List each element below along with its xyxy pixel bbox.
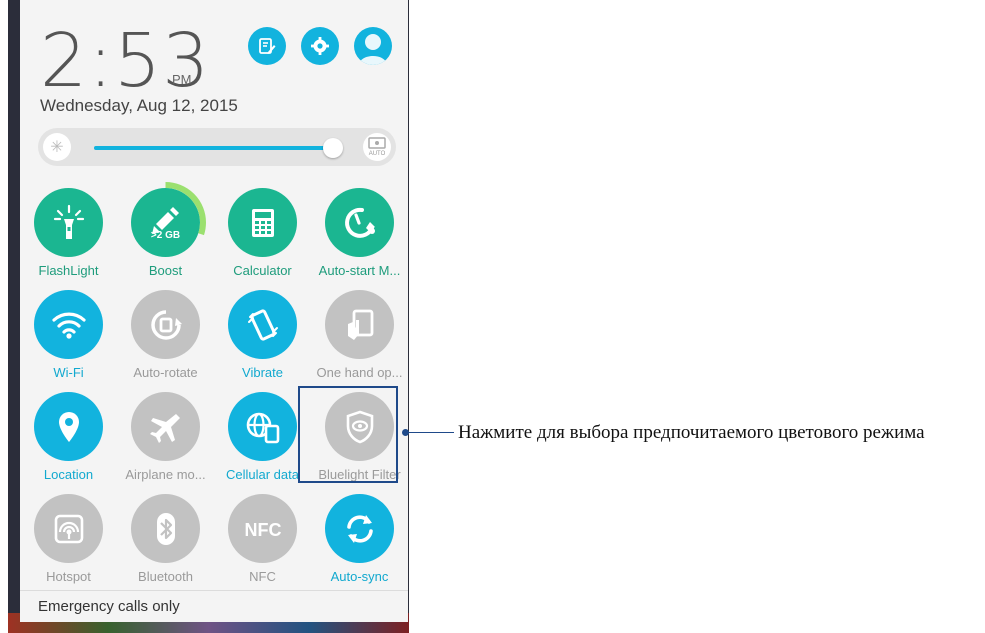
boost-memory-label: >2 GB (150, 230, 181, 241)
tile-flashlight[interactable]: FlashLight (20, 180, 117, 282)
one-hand-op-toggle[interactable] (325, 290, 394, 359)
tile-location[interactable]: Location (20, 384, 117, 486)
airplane-mo-toggle[interactable] (131, 392, 200, 461)
auto-rotate-label: Auto-rotate (133, 365, 198, 380)
boost-label: Boost (148, 263, 183, 278)
callout-line (409, 432, 454, 433)
location-toggle[interactable] (34, 392, 103, 461)
auto-label: AUTO (369, 151, 386, 157)
svg-text:NFC: NFC (244, 520, 281, 540)
brightness-thumb[interactable] (322, 138, 343, 158)
cellular-data-toggle[interactable] (228, 392, 297, 461)
flashlight-toggle[interactable] (34, 188, 103, 257)
tile-boost[interactable]: >2 GB Boost (117, 180, 214, 282)
auto-brightness-button[interactable]: AUTO (363, 133, 391, 161)
wi-fi-toggle[interactable] (34, 290, 103, 359)
brightness-track[interactable] (94, 138, 343, 158)
tile-vibrate[interactable]: Vibrate (214, 282, 311, 384)
tile-one-hand-op[interactable]: One hand op... (311, 282, 408, 384)
bluetooth-label: Bluetooth (138, 569, 193, 584)
boost-toggle[interactable]: >2 GB (125, 182, 206, 263)
tile-airplane-mo[interactable]: Airplane mo... (117, 384, 214, 486)
brightness-slider[interactable]: ✳ AUTO (38, 128, 396, 166)
bluetooth-icon (155, 512, 177, 546)
nfc-label: NFC (249, 569, 276, 584)
auto-start-m-toggle[interactable] (325, 188, 394, 257)
auto-start-m-label: Auto-start M... (318, 263, 401, 278)
tile-auto-sync[interactable]: Auto-sync (311, 486, 408, 588)
tile-bluetooth[interactable]: Bluetooth (117, 486, 214, 588)
calculator-icon (250, 208, 276, 238)
emergency-calls-text: Emergency calls only (38, 598, 180, 615)
one-hand-op-label: One hand op... (316, 365, 403, 380)
footer-divider (20, 590, 408, 591)
location-icon (56, 410, 82, 444)
phone-screen: 2:53 PM Wednesday, Aug 12, 2015 ✳ AUTO F… (8, 0, 409, 633)
auto-start-icon (342, 206, 378, 240)
wifi-icon (51, 311, 87, 339)
bluelight-highlight-box (298, 386, 398, 483)
flashlight-label: FlashLight (38, 263, 99, 278)
brightness-fill (94, 146, 333, 150)
calculator-toggle[interactable] (228, 188, 297, 257)
hotspot-label: Hotspot (46, 569, 91, 584)
edit-icon (259, 38, 276, 54)
nfc-icon: NFC (244, 516, 282, 542)
cellular-data-icon (245, 410, 281, 444)
location-label: Location (43, 467, 94, 482)
tile-wi-fi[interactable]: Wi-Fi (20, 282, 117, 384)
hotspot-toggle[interactable] (34, 494, 103, 563)
vibrate-icon (246, 306, 280, 344)
nfc-toggle[interactable]: NFC (228, 494, 297, 563)
tile-auto-rotate[interactable]: Auto-rotate (117, 282, 214, 384)
tile-calculator[interactable]: Calculator (214, 180, 311, 282)
vibrate-label: Vibrate (242, 365, 283, 380)
brightness-icon: ✳ (43, 133, 71, 161)
flashlight-icon (52, 203, 86, 243)
tile-nfc[interactable]: NFC NFC (214, 486, 311, 588)
auto-sync-label: Auto-sync (330, 569, 389, 584)
date-text: Wednesday, Aug 12, 2015 (40, 96, 238, 115)
edit-button[interactable] (248, 27, 286, 65)
callout-dot (402, 429, 409, 436)
gear-icon (311, 37, 329, 55)
tile-cellular-data[interactable]: Cellular data (214, 384, 311, 486)
bluetooth-toggle[interactable] (131, 494, 200, 563)
clock-ampm: PM (172, 72, 192, 87)
vibrate-toggle[interactable] (228, 290, 297, 359)
auto-brightness-icon: AUTO (368, 137, 386, 157)
rotate-icon (149, 308, 183, 342)
quick-settings-panel: 2:53 PM Wednesday, Aug 12, 2015 ✳ AUTO F… (20, 0, 408, 622)
auto-sync-toggle[interactable] (325, 494, 394, 563)
auto-rotate-toggle[interactable] (131, 290, 200, 359)
tile-hotspot[interactable]: Hotspot (20, 486, 117, 588)
user-avatar-button[interactable] (354, 27, 392, 65)
sync-icon (343, 512, 377, 546)
cellular-data-label: Cellular data (226, 467, 299, 482)
wi-fi-label: Wi-Fi (53, 365, 84, 380)
airplane-mo-label: Airplane mo... (125, 467, 206, 482)
airplane-icon (149, 410, 183, 444)
avatar-icon (359, 34, 387, 65)
one-hand-icon (344, 308, 376, 342)
settings-button[interactable] (301, 27, 339, 65)
calculator-label: Calculator (233, 263, 292, 278)
tile-auto-start-m[interactable]: Auto-start M... (311, 180, 408, 282)
callout-text: Нажмите для выбора предпочитаемого цвето… (458, 422, 925, 443)
hotspot-icon (53, 513, 85, 545)
